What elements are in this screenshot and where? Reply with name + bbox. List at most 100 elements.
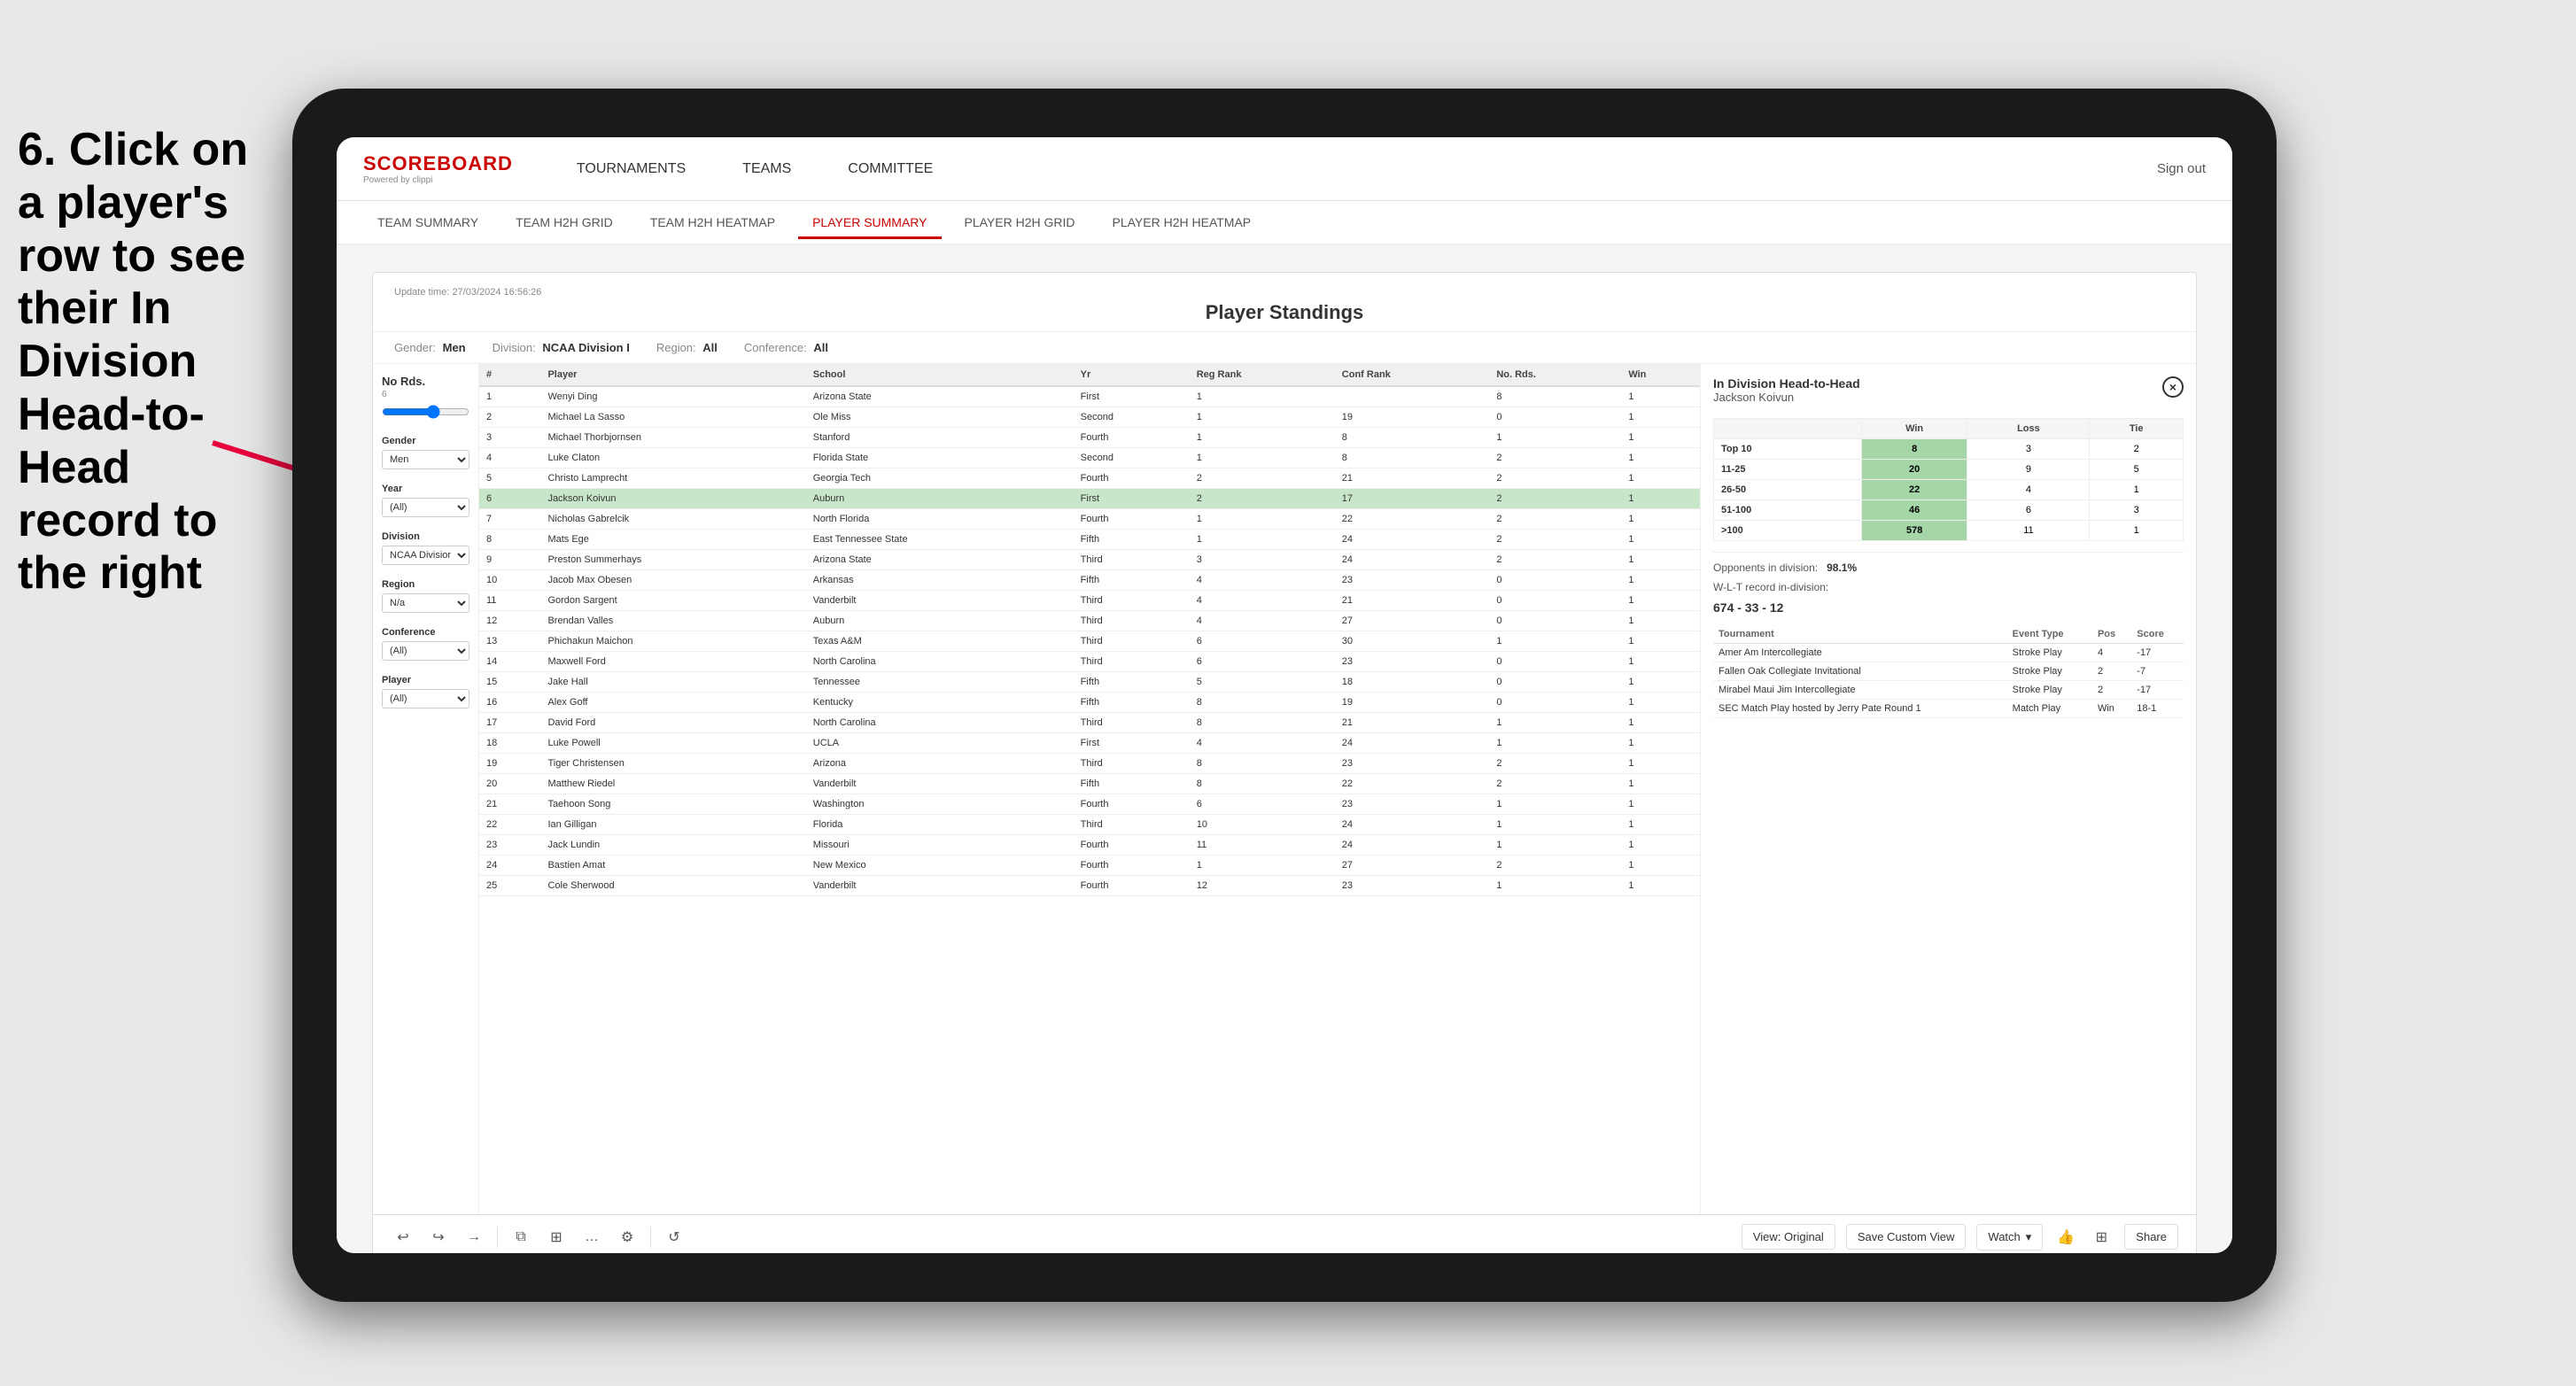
- table-row[interactable]: 13 Phichakun Maichon Texas A&M Third 6 3…: [479, 631, 1700, 652]
- tab-player-h2h-heatmap[interactable]: PLAYER H2H HEATMAP: [1098, 208, 1266, 236]
- cell-conf-rank: 21: [1335, 713, 1490, 733]
- cell-player: Luke Claton: [540, 448, 805, 468]
- tournament-row[interactable]: Amer Am Intercollegiate Stroke Play 4 -1…: [1713, 644, 2184, 662]
- table-row[interactable]: 9 Preston Summerhays Arizona State Third…: [479, 550, 1700, 570]
- division-select[interactable]: NCAA Division I: [382, 546, 469, 565]
- cell-num: 6: [479, 489, 540, 509]
- table-row[interactable]: 18 Luke Powell UCLA First 4 24 1 1: [479, 733, 1700, 754]
- table-row[interactable]: 23 Jack Lundin Missouri Fourth 11 24 1 1: [479, 835, 1700, 856]
- forward-button[interactable]: →: [462, 1225, 486, 1250]
- dashboard-body: No Rds. 6 Gender Men Year: [373, 364, 2196, 1214]
- thumbs-up-button[interactable]: 👍: [2053, 1225, 2078, 1250]
- table-row[interactable]: 11 Gordon Sargent Vanderbilt Third 4 21 …: [479, 591, 1700, 611]
- cell-num: 3: [479, 428, 540, 448]
- nav-tournaments[interactable]: TOURNAMENTS: [566, 154, 696, 184]
- save-custom-button[interactable]: Save Custom View: [1846, 1224, 1967, 1250]
- table-area: # Player School Yr Reg Rank Conf Rank No…: [479, 364, 1700, 1214]
- cell-school: Stanford: [806, 428, 1074, 448]
- tournament-row[interactable]: Mirabel Maui Jim Intercollegiate Stroke …: [1713, 681, 2184, 700]
- cell-conf-rank: 27: [1335, 611, 1490, 631]
- tab-team-summary[interactable]: TEAM SUMMARY: [363, 208, 493, 236]
- copy-button[interactable]: ⧉: [508, 1225, 533, 1250]
- cell-reg-rank: 8: [1190, 693, 1335, 713]
- cell-school: Georgia Tech: [806, 468, 1074, 489]
- paste-button[interactable]: ⊞: [544, 1225, 569, 1250]
- cell-player: Taehoon Song: [540, 794, 805, 815]
- table-row[interactable]: 7 Nicholas Gabrelcik North Florida Fourt…: [479, 509, 1700, 530]
- nav-committee[interactable]: COMMITTEE: [837, 154, 943, 184]
- cell-win: 1: [1621, 448, 1700, 468]
- cell-yr: Fourth: [1074, 835, 1190, 856]
- grid-button[interactable]: ⊞: [2089, 1225, 2114, 1250]
- table-row[interactable]: 24 Bastien Amat New Mexico Fourth 1 27 2…: [479, 856, 1700, 876]
- cell-win: 1: [1621, 550, 1700, 570]
- table-row[interactable]: 3 Michael Thorbjornsen Stanford Fourth 1…: [479, 428, 1700, 448]
- table-row[interactable]: 5 Christo Lamprecht Georgia Tech Fourth …: [479, 468, 1700, 489]
- refresh-button[interactable]: ↺: [662, 1225, 687, 1250]
- watch-button[interactable]: Watch ▾: [1976, 1224, 2043, 1250]
- tab-player-summary[interactable]: PLAYER SUMMARY: [798, 208, 941, 239]
- cell-yr: Fourth: [1074, 856, 1190, 876]
- col-school: School: [806, 364, 1074, 386]
- table-row[interactable]: 21 Taehoon Song Washington Fourth 6 23 1…: [479, 794, 1700, 815]
- conference-select[interactable]: (All): [382, 641, 469, 661]
- h2h-close-button[interactable]: ×: [2162, 376, 2184, 398]
- cell-player: Gordon Sargent: [540, 591, 805, 611]
- h2h-row-11-25: 11-25 20 9 5: [1714, 460, 2184, 480]
- table-row[interactable]: 22 Ian Gilligan Florida Third 10 24 1 1: [479, 815, 1700, 835]
- cell-num: 7: [479, 509, 540, 530]
- table-row[interactable]: 4 Luke Claton Florida State Second 1 8 2…: [479, 448, 1700, 468]
- tab-team-h2h-heatmap[interactable]: TEAM H2H HEATMAP: [636, 208, 789, 236]
- cell-yr: Second: [1074, 448, 1190, 468]
- table-row[interactable]: 20 Matthew Riedel Vanderbilt Fifth 8 22 …: [479, 774, 1700, 794]
- cell-win: 1: [1621, 509, 1700, 530]
- cell-reg-rank: 1: [1190, 428, 1335, 448]
- table-row[interactable]: 2 Michael La Sasso Ole Miss Second 1 19 …: [479, 407, 1700, 428]
- table-row[interactable]: 14 Maxwell Ford North Carolina Third 6 2…: [479, 652, 1700, 672]
- h2h-col-rank: [1714, 419, 1862, 439]
- table-row[interactable]: 8 Mats Ege East Tennessee State Fifth 1 …: [479, 530, 1700, 550]
- cell-conf-rank: 19: [1335, 693, 1490, 713]
- filter-division: Division: NCAA Division I: [493, 341, 630, 354]
- cell-school: East Tennessee State: [806, 530, 1074, 550]
- table-row[interactable]: 12 Brendan Valles Auburn Third 4 27 0 1: [479, 611, 1700, 631]
- rounds-slider[interactable]: [382, 405, 469, 419]
- table-row[interactable]: 6 Jackson Koivun Auburn First 2 17 2 1: [479, 489, 1700, 509]
- gender-select[interactable]: Men: [382, 450, 469, 469]
- tab-team-h2h-grid[interactable]: TEAM H2H GRID: [501, 208, 627, 236]
- cell-conf-rank: 18: [1335, 672, 1490, 693]
- cell-yr: Fourth: [1074, 428, 1190, 448]
- cell-school: Vanderbilt: [806, 591, 1074, 611]
- cell-conf-rank: 22: [1335, 774, 1490, 794]
- tournament-row[interactable]: SEC Match Play hosted by Jerry Pate Roun…: [1713, 700, 2184, 718]
- nav-teams[interactable]: TEAMS: [732, 154, 802, 184]
- share-button[interactable]: Share: [2124, 1224, 2178, 1250]
- view-original-button[interactable]: View: Original: [1742, 1224, 1835, 1250]
- cell-reg-rank: 8: [1190, 774, 1335, 794]
- table-row[interactable]: 15 Jake Hall Tennessee Fifth 5 18 0 1: [479, 672, 1700, 693]
- tournament-row[interactable]: Fallen Oak Collegiate Invitational Strok…: [1713, 662, 2184, 681]
- cell-player: Ian Gilligan: [540, 815, 805, 835]
- player-select[interactable]: (All): [382, 689, 469, 708]
- region-select[interactable]: N/a: [382, 593, 469, 613]
- sign-out-link[interactable]: Sign out: [2157, 161, 2206, 176]
- table-row[interactable]: 19 Tiger Christensen Arizona Third 8 23 …: [479, 754, 1700, 774]
- cell-reg-rank: 1: [1190, 448, 1335, 468]
- undo-button[interactable]: ↩: [391, 1225, 415, 1250]
- table-row[interactable]: 25 Cole Sherwood Vanderbilt Fourth 12 23…: [479, 876, 1700, 896]
- cell-school: Tennessee: [806, 672, 1074, 693]
- cell-rds: 2: [1489, 856, 1621, 876]
- cell-yr: Third: [1074, 754, 1190, 774]
- more-button[interactable]: …: [579, 1225, 604, 1250]
- col-conf-rank: Conf Rank: [1335, 364, 1490, 386]
- redo-button[interactable]: ↪: [426, 1225, 451, 1250]
- table-row[interactable]: 1 Wenyi Ding Arizona State First 1 8 1: [479, 386, 1700, 407]
- tab-player-h2h-grid[interactable]: PLAYER H2H GRID: [950, 208, 1090, 236]
- table-row[interactable]: 17 David Ford North Carolina Third 8 21 …: [479, 713, 1700, 733]
- cell-reg-rank: 4: [1190, 570, 1335, 591]
- settings-button[interactable]: ⚙: [615, 1225, 640, 1250]
- table-row[interactable]: 16 Alex Goff Kentucky Fifth 8 19 0 1: [479, 693, 1700, 713]
- table-row[interactable]: 10 Jacob Max Obesen Arkansas Fifth 4 23 …: [479, 570, 1700, 591]
- year-select[interactable]: (All): [382, 498, 469, 517]
- logo-sub: Powered by clippi: [363, 175, 513, 185]
